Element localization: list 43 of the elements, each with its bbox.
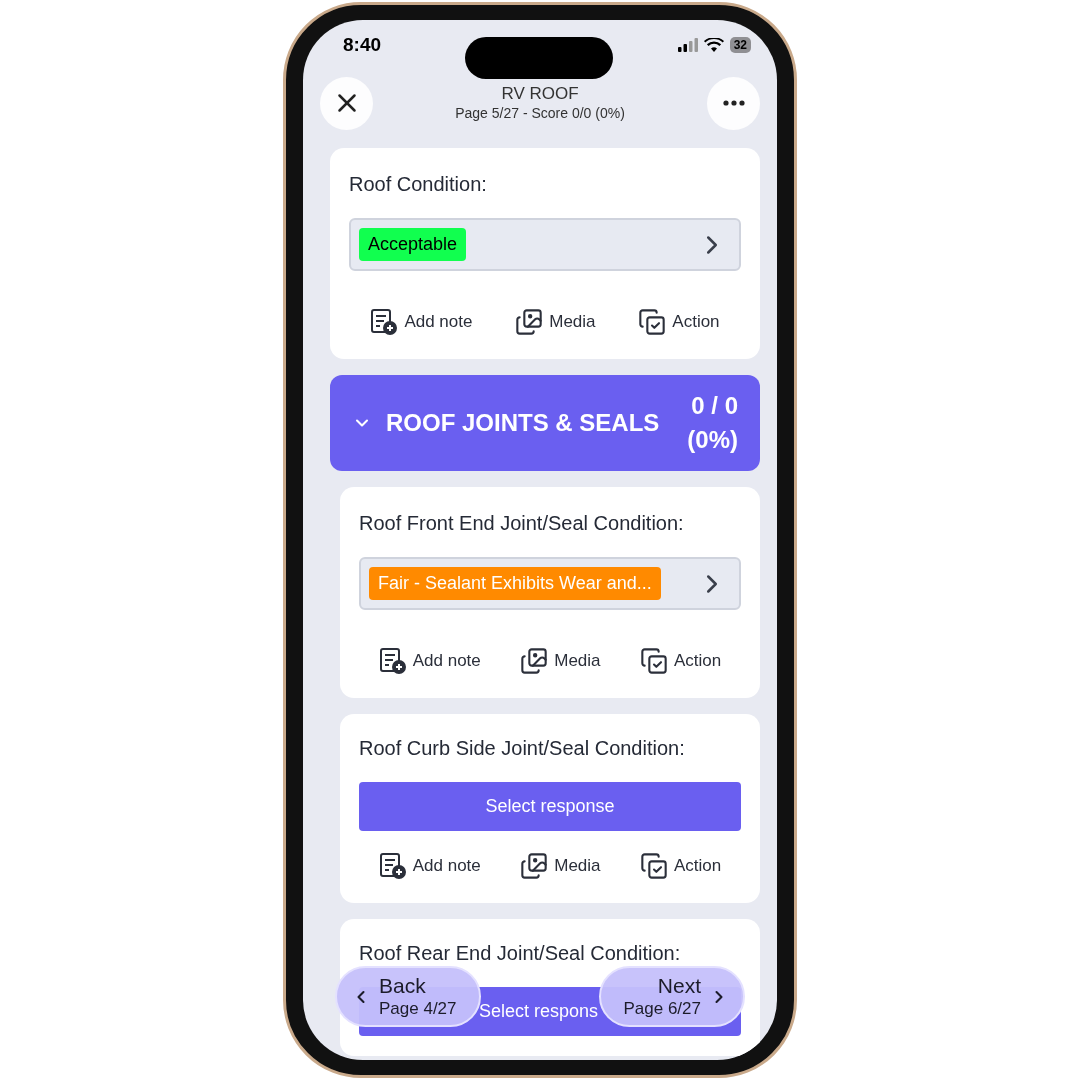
action-link[interactable]: Media <box>520 647 601 675</box>
section-title: ROOF JOINTS & SEALS <box>386 408 660 438</box>
action-link[interactable]: Media <box>515 308 596 336</box>
signal-icon <box>677 38 698 52</box>
section-score: 0 / 0 <box>691 391 738 421</box>
section-header[interactable]: ROOF JOINTS & SEALS 0 / 0 (0%) <box>330 375 760 471</box>
action-link[interactable]: Action <box>640 647 722 675</box>
action-link[interactable]: Add note <box>378 647 481 675</box>
select-response-button[interactable]: Select response <box>359 782 741 831</box>
response-field[interactable]: Acceptable <box>349 218 741 271</box>
action-link[interactable]: Media <box>520 852 601 880</box>
battery-indicator: 32 <box>729 37 751 53</box>
page-subtitle: Page 5/27 - Score 0/0 (0%) <box>455 104 625 122</box>
images-icon <box>520 852 549 880</box>
action-link[interactable]: Action <box>638 308 720 336</box>
action-link[interactable]: Action <box>640 852 722 880</box>
page-title: RV ROOF <box>501 84 579 104</box>
question-label: Roof Condition: <box>349 172 488 197</box>
question-label: Roof Front End Joint/Seal Condition: <box>359 511 685 536</box>
copy-check-icon <box>638 308 667 336</box>
question-label: Roof Curb Side Joint/Seal Condition: <box>359 736 686 761</box>
response-badge: Fair - Sealant Exhibits Wear and... <box>369 567 661 600</box>
back-page: Page 4/27 <box>379 997 457 1020</box>
response-badge: Acceptable <box>359 228 467 261</box>
note-add-icon <box>378 852 407 880</box>
close-button[interactable] <box>320 76 373 130</box>
images-icon <box>520 647 549 675</box>
wifi-icon <box>703 37 724 53</box>
section-percent: (0%) <box>687 425 738 455</box>
question-label: Roof Rear End Joint/Seal Condition: <box>359 941 682 966</box>
note-add-icon <box>378 647 407 675</box>
more-icon <box>722 100 745 106</box>
next-page: Page 6/27 <box>623 997 701 1020</box>
copy-check-icon <box>640 852 668 880</box>
action-link[interactable]: Add note <box>378 852 481 880</box>
images-icon <box>515 308 544 336</box>
note-add-icon <box>370 308 399 336</box>
action-link[interactable]: Add note <box>370 308 473 336</box>
next-button[interactable]: Next Page 6/27 <box>599 966 745 1027</box>
more-button[interactable] <box>707 76 760 130</box>
status-time: 8:40 <box>343 32 382 57</box>
back-button[interactable]: Back Page 4/27 <box>335 966 481 1027</box>
copy-check-icon <box>640 647 668 675</box>
